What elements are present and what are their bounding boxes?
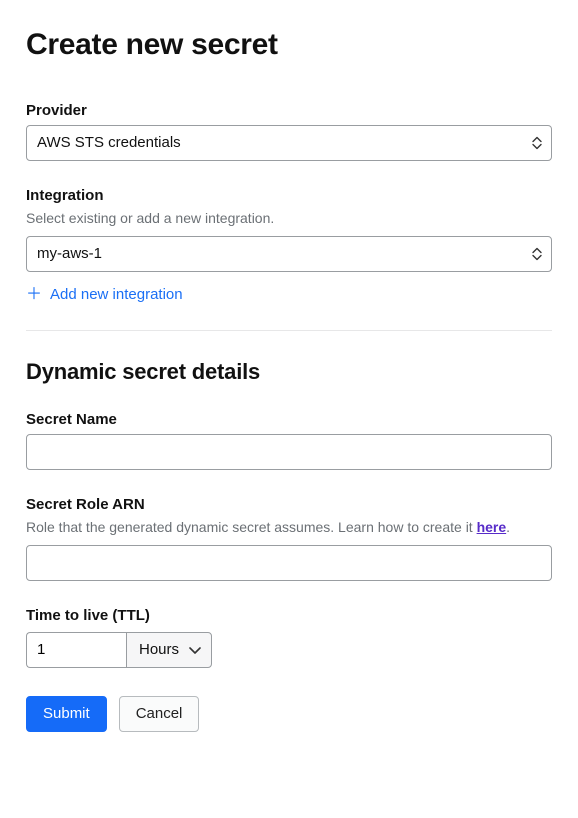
ttl-unit-select[interactable]: Hours [126,632,212,668]
secret-name-input[interactable] [26,434,552,470]
role-arn-hint-prefix: Role that the generated dynamic secret a… [26,519,477,535]
chevron-down-icon [189,641,201,658]
ttl-label: Time to live (TTL) [26,607,552,624]
provider-label: Provider [26,102,552,119]
integration-hint: Select existing or add a new integration… [26,210,552,226]
integration-select-value: my-aws-1 [37,243,102,265]
submit-button[interactable]: Submit [26,696,107,732]
form-actions: Submit Cancel [26,696,552,732]
integration-select[interactable]: my-aws-1 [26,236,552,272]
page-title: Create new secret [26,28,552,62]
divider [26,330,552,331]
provider-field: Provider AWS STS credentials [26,102,552,161]
integration-field: Integration Select existing or add a new… [26,187,552,304]
role-arn-field: Secret Role ARN Role that the generated … [26,496,552,581]
plus-icon: ＋ [26,287,42,303]
ttl-unit-value: Hours [139,641,179,658]
ttl-field: Time to live (TTL) Hours [26,607,552,668]
add-integration-label: Add new integration [50,286,183,303]
provider-select[interactable]: AWS STS credentials [26,125,552,161]
role-arn-hint-suffix: . [506,519,510,535]
cancel-button[interactable]: Cancel [119,696,200,732]
add-integration-link[interactable]: ＋ Add new integration [26,286,183,303]
section-title: Dynamic secret details [26,359,552,385]
role-arn-hint: Role that the generated dynamic secret a… [26,519,552,535]
secret-name-label: Secret Name [26,411,552,428]
provider-select-value: AWS STS credentials [37,132,181,154]
role-arn-hint-link[interactable]: here [477,519,507,535]
secret-name-field: Secret Name [26,411,552,470]
role-arn-input[interactable] [26,545,552,581]
integration-label: Integration [26,187,552,204]
role-arn-label: Secret Role ARN [26,496,552,513]
ttl-value-input[interactable] [26,632,126,668]
